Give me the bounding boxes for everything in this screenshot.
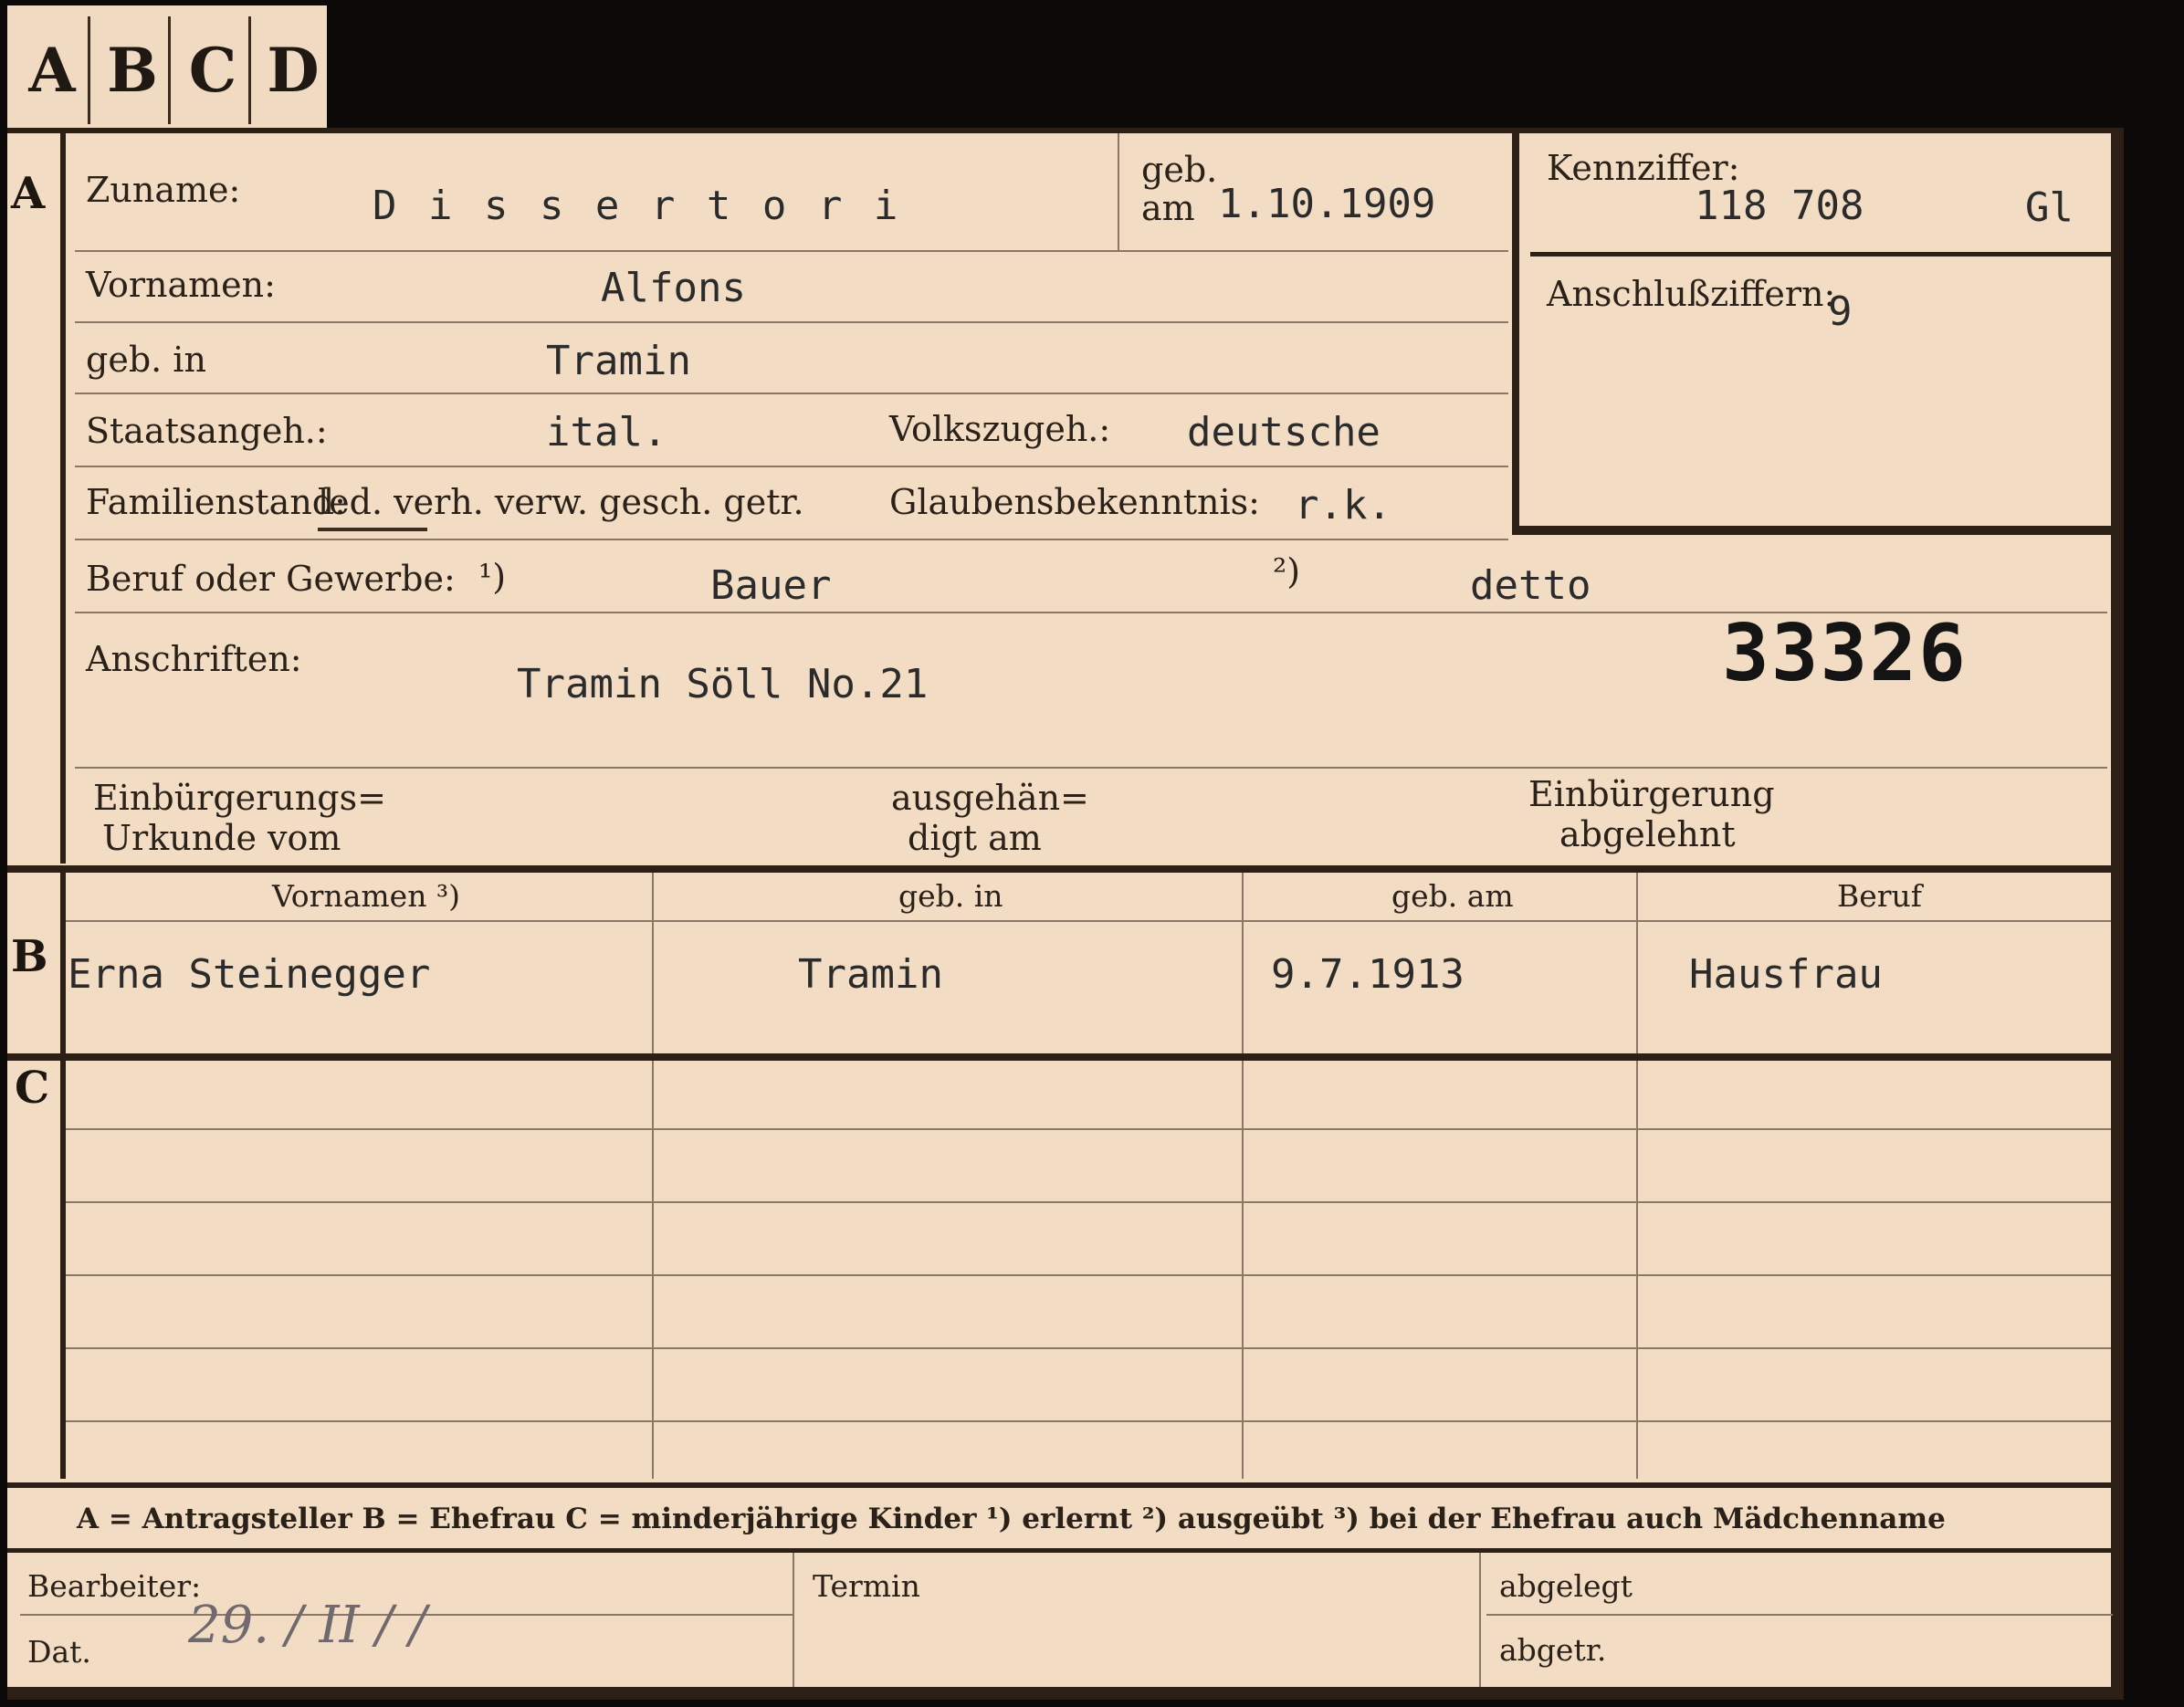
section-a-left-rule: [60, 133, 66, 864]
einbuergerung-label-1: Einbürgerungs=: [93, 778, 386, 818]
b-header-geb-am: geb. am: [1391, 878, 1514, 914]
column-divider: [1242, 1061, 1244, 1479]
anschriften-label: Anschriften:: [86, 639, 302, 679]
b-header-geb-in: geb. in: [898, 878, 1003, 914]
tab-b[interactable]: B: [97, 16, 171, 124]
zuname-label: Zuname:: [86, 170, 241, 210]
kennziffer-divider: [1530, 252, 2111, 257]
abgelehnt-label-1: Einbürgerung: [1528, 774, 1775, 814]
beruf-note1: ¹): [478, 557, 507, 597]
volkszugeh-label: Volkszugeh.:: [889, 409, 1111, 449]
vornamen-value: Alfons: [601, 265, 746, 311]
geb-in-value: Tramin: [546, 338, 691, 384]
beruf-label: Beruf oder Gewerbe:: [86, 559, 456, 599]
ausgehaendigt-label-2: digt am: [908, 818, 1042, 858]
anschluss-value: 9: [1828, 288, 1853, 335]
abgetr-label: abgetr.: [1499, 1632, 1607, 1668]
abgelehnt-label-2: abgelehnt: [1559, 814, 1736, 854]
card-right-border: [2111, 128, 2124, 1700]
footer-divider: [793, 1553, 794, 1688]
geb-divider: [1118, 133, 1119, 250]
dat-value-handwritten: 29. / II / /: [188, 1596, 427, 1655]
kennziffer-left-border: [1512, 133, 1519, 535]
tab-strip: A B C D: [7, 5, 327, 130]
tab-a[interactable]: A: [16, 16, 90, 124]
bearbeiter-label: Bearbeiter:: [27, 1568, 202, 1604]
rule: [75, 321, 1508, 323]
rule: [66, 920, 2111, 922]
section-b-top-border: [7, 865, 2116, 873]
rule: [75, 393, 1508, 394]
einbuergerung-label-2: Urkunde vom: [102, 818, 341, 858]
b-geb-am-value: 9.7.1913: [1271, 951, 1465, 998]
c-row-rule: [66, 1347, 2111, 1349]
ausgehaendigt-label-1: ausgehän=: [891, 778, 1089, 818]
footer-divider: [1479, 1553, 1481, 1688]
rule: [75, 539, 1508, 540]
anschluss-label: Anschlußziffern:: [1547, 274, 1836, 314]
familienstand-underline-led: [318, 528, 427, 531]
geb-value: 1.10.1909: [1218, 181, 1436, 227]
vornamen-label: Vornamen:: [86, 265, 276, 305]
kennziffer-value: 118 708: [1695, 183, 1864, 229]
rule: [1486, 1614, 2113, 1616]
rule: [75, 250, 1508, 252]
b-geb-in-value: Tramin: [798, 951, 943, 998]
bottom-border: [7, 1687, 2124, 1700]
beruf-value1: Bauer: [710, 562, 832, 609]
glaubens-label: Glaubensbekenntnis:: [889, 482, 1260, 522]
column-divider: [652, 1061, 654, 1479]
section-c-top-border: [7, 1053, 2116, 1061]
zuname-value: D i s s e r t o r i: [373, 183, 902, 229]
volkszugeh-value: deutsche: [1187, 409, 1381, 456]
b-header-vornamen: Vornamen ³): [272, 878, 461, 914]
section-c-left-rule: [60, 1061, 66, 1479]
b-beruf-value: Hausfrau: [1689, 951, 1883, 998]
abgelegt-label: abgelegt: [1499, 1568, 1633, 1604]
kennziffer-suffix: Gl: [2025, 184, 2074, 231]
am-label: am: [1141, 188, 1195, 228]
legend-bottom-border: [7, 1548, 2116, 1553]
top-border: [7, 128, 2124, 133]
tab-c[interactable]: C: [177, 16, 251, 124]
column-divider: [1636, 1061, 1638, 1479]
registration-card: A Zuname: D i s s e r t o r i geb. am 1.…: [7, 128, 2124, 1700]
geb-label: geb.: [1141, 150, 1218, 190]
staatsangeh-value: ital.: [546, 409, 667, 456]
c-row-rule: [66, 1201, 2111, 1203]
termin-label: Termin: [813, 1568, 920, 1604]
section-c-marker: C: [15, 1063, 50, 1114]
beruf-note2: ²): [1273, 551, 1301, 592]
stamp-number: 33326: [1722, 608, 1968, 699]
glaubens-value: r.k.: [1295, 482, 1391, 529]
legend-text: A = Antragsteller B = Ehefrau C = minder…: [77, 1503, 1946, 1535]
section-b-marker: B: [11, 931, 48, 982]
staatsangeh-label: Staatsangeh.:: [86, 411, 328, 451]
dat-label: Dat.: [27, 1634, 91, 1670]
anschriften-value: Tramin Söll No.21: [517, 661, 929, 707]
c-row-rule: [66, 1274, 2111, 1276]
b-vornamen-value: Erna Steinegger: [68, 951, 431, 998]
rule: [75, 466, 1508, 467]
tab-d[interactable]: D: [257, 16, 329, 124]
c-row-rule: [66, 1128, 2111, 1130]
section-a-marker: A: [11, 168, 46, 219]
b-header-beruf: Beruf: [1837, 878, 1923, 914]
legend-top-border: [7, 1482, 2116, 1488]
c-row-rule: [66, 1420, 2111, 1422]
geb-in-label: geb. in: [86, 340, 206, 380]
beruf-value2: detto: [1470, 562, 1591, 609]
familienstand-options: led. verh. verw. gesch. getr.: [318, 482, 804, 522]
kennziffer-bottom-border: [1519, 526, 2111, 535]
familienstand-label: Familienstand:: [86, 482, 346, 522]
rule: [75, 767, 2107, 769]
